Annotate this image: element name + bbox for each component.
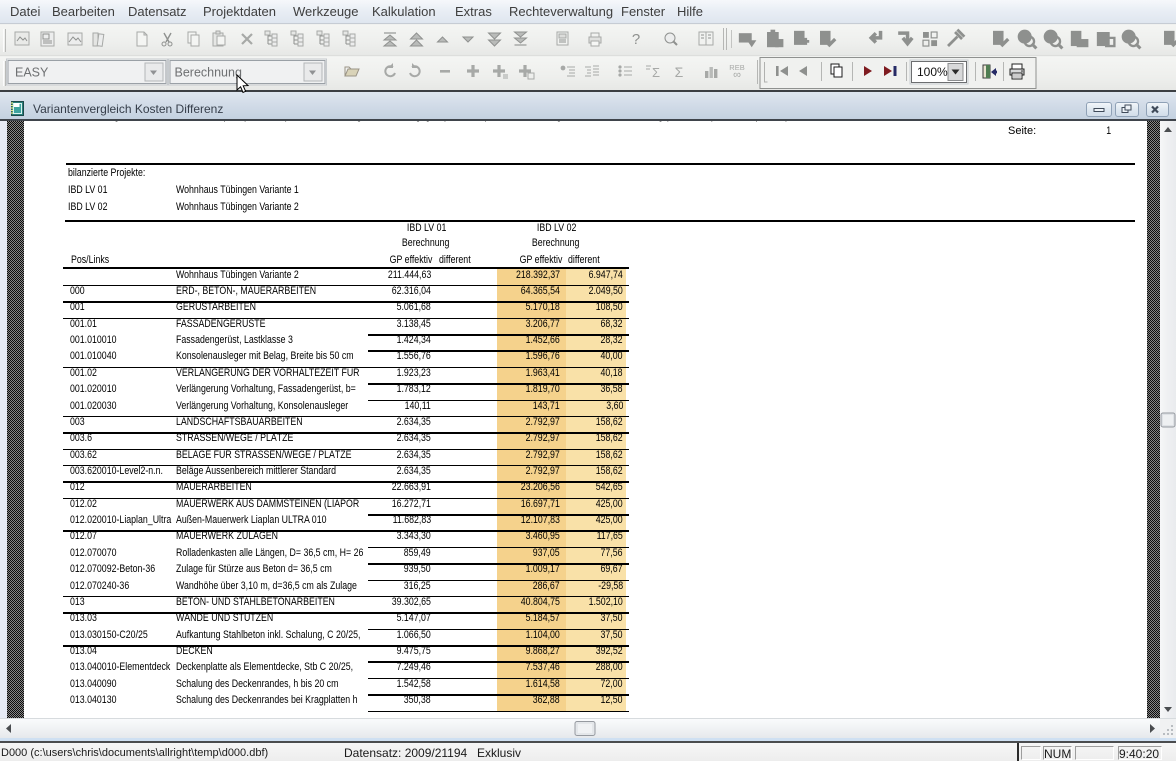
svg-text:Σ: Σ <box>652 65 660 80</box>
svg-text:?: ? <box>632 31 640 48</box>
svg-text:Σ: Σ <box>675 64 684 80</box>
svg-text:∞: ∞ <box>733 69 741 81</box>
svg-text:Berechnung: Berechnung <box>175 66 242 80</box>
svg-text:100%: 100% <box>917 65 948 79</box>
svg-text:EASY: EASY <box>15 66 49 80</box>
